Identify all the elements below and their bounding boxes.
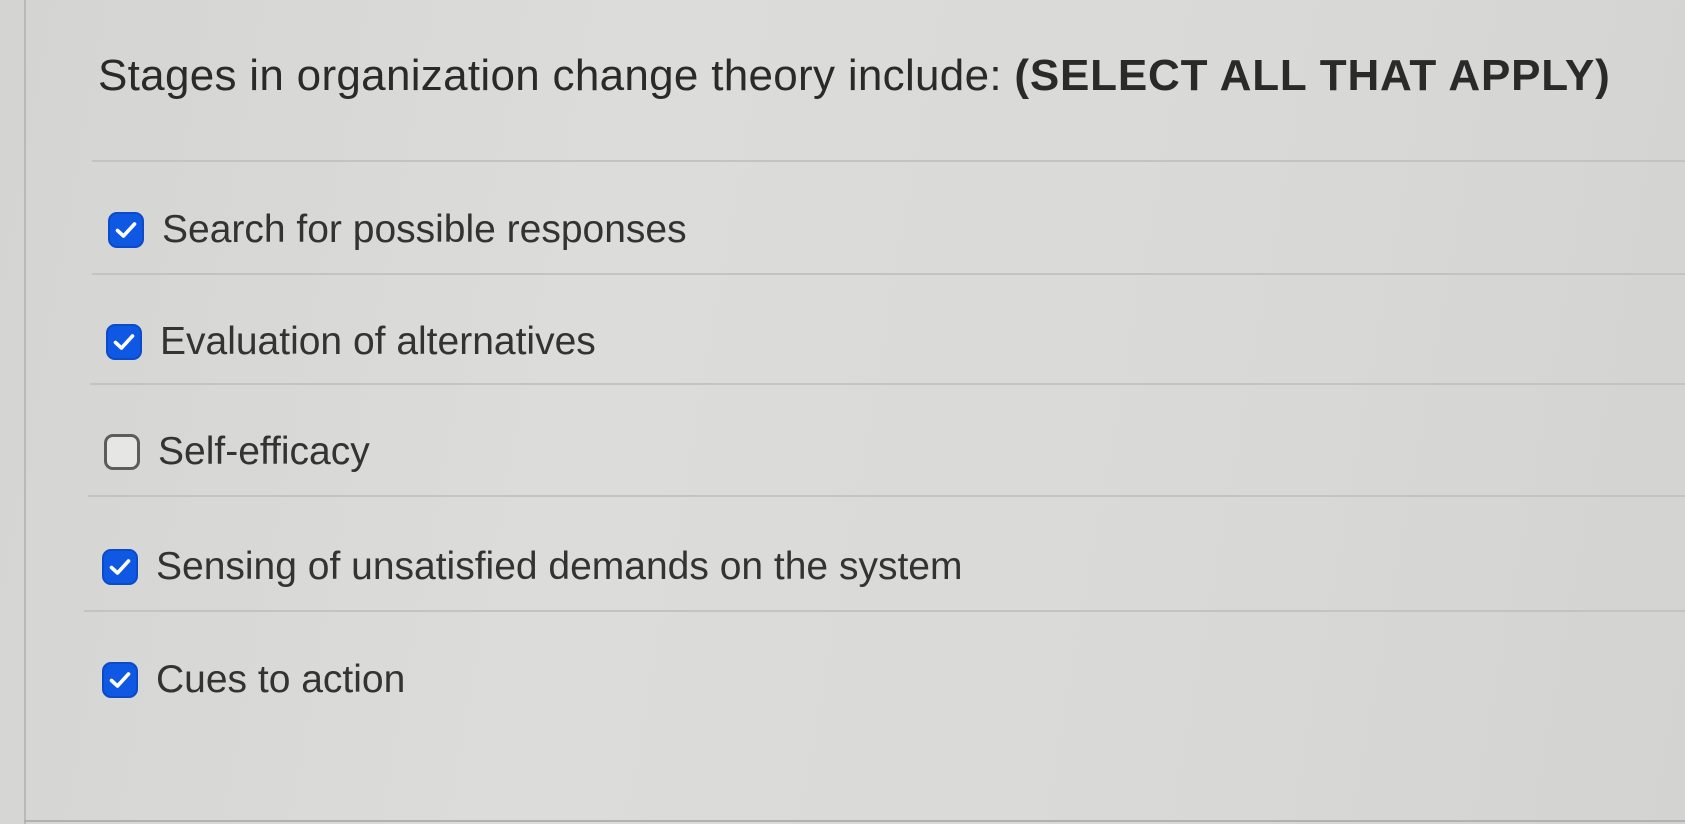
checkbox-self-efficacy[interactable] bbox=[104, 434, 140, 470]
panel-bottom-border bbox=[24, 820, 1685, 822]
option-label: Cues to action bbox=[156, 658, 406, 701]
option-label: Self-efficacy bbox=[158, 430, 370, 473]
checkbox-search-responses[interactable] bbox=[108, 212, 144, 248]
checkmark-icon bbox=[109, 559, 131, 575]
option-cues-to-action[interactable]: Cues to action bbox=[102, 650, 405, 710]
checkmark-icon bbox=[109, 672, 131, 688]
checkbox-cues-to-action[interactable] bbox=[102, 662, 138, 698]
divider bbox=[92, 160, 1685, 162]
checkmark-icon bbox=[115, 222, 137, 238]
option-self-efficacy[interactable]: Self-efficacy bbox=[104, 422, 370, 482]
option-label: Evaluation of alternatives bbox=[160, 320, 596, 363]
option-sensing-demands[interactable]: Sensing of unsatisfied demands on the sy… bbox=[102, 537, 962, 597]
divider bbox=[90, 383, 1685, 385]
option-search-responses[interactable]: Search for possible responses bbox=[108, 200, 687, 260]
divider bbox=[92, 273, 1685, 275]
divider bbox=[88, 495, 1685, 497]
option-label: Search for possible responses bbox=[162, 208, 687, 251]
checkbox-sensing-demands[interactable] bbox=[102, 549, 138, 585]
option-label: Sensing of unsatisfied demands on the sy… bbox=[156, 545, 963, 588]
checkmark-icon bbox=[113, 334, 135, 350]
option-evaluation-alternatives[interactable]: Evaluation of alternatives bbox=[106, 312, 596, 372]
question-prompt: Stages in organization change theory inc… bbox=[98, 48, 1611, 104]
checkbox-evaluation-alternatives[interactable] bbox=[106, 324, 142, 360]
divider bbox=[84, 610, 1685, 612]
question-instruction: (SELECT ALL THAT APPLY) bbox=[1014, 51, 1611, 100]
question-text: Stages in organization change theory inc… bbox=[98, 51, 1002, 100]
question-panel: Stages in organization change theory inc… bbox=[26, 0, 1685, 820]
